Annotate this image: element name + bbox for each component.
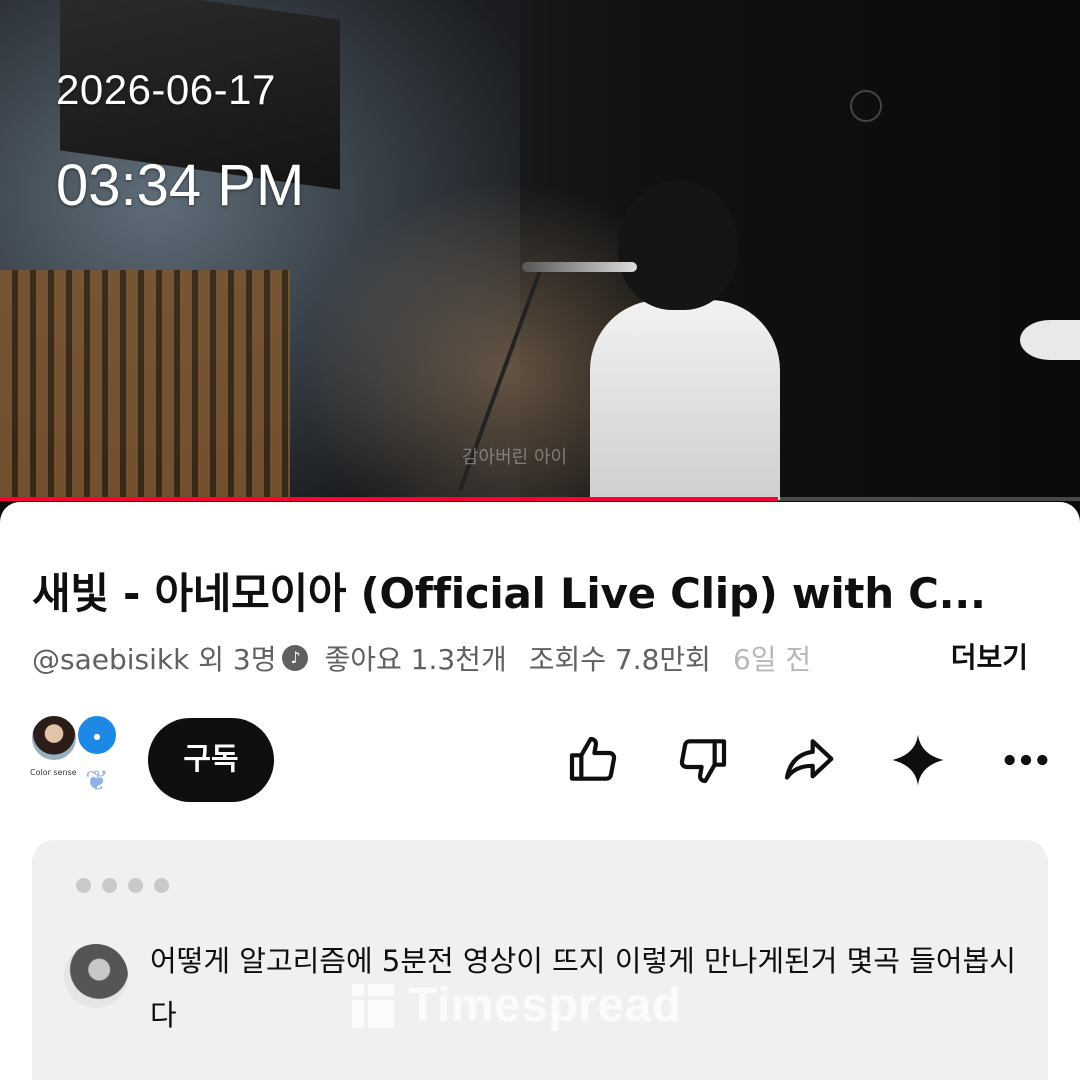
view-count: 조회수 7.8만회 [528,643,711,676]
timespread-logo-icon [352,983,394,1028]
more-button[interactable]: 더보기 [930,638,1028,678]
share-button[interactable] [778,730,838,790]
avatar-label: Color sense [30,768,77,777]
more-icon [1004,754,1048,766]
video-meta-row[interactable]: @saebisikk 외 3명 ♪ 좋아요 1.3천개 조회수 7.8만회 6일… [32,638,1052,678]
singer-body [590,300,780,500]
overlay-date: 2026-06-17 [56,66,276,113]
subscribe-button[interactable]: 구독 [148,718,274,802]
sparkle-icon [892,734,944,786]
video-progress-bar[interactable] [0,497,1080,501]
channel-avatars[interactable]: Color sense ● ❦ [30,714,120,804]
upload-age: 6일 전 [732,643,812,676]
wooden-fence [0,270,290,500]
dislike-icon [679,739,727,784]
dislike-button[interactable] [673,730,733,790]
lamp [1020,320,1080,360]
avatar [30,714,78,762]
like-icon [569,736,617,781]
comments-loading-dots [76,878,169,893]
channel-handle[interactable]: @saebisikk 외 3명 [32,638,276,678]
dot [154,878,169,893]
avatar-partner: ● [76,714,118,756]
share-icon [784,739,834,780]
verified-icon: ♪ [282,645,309,671]
ask-ai-button[interactable] [888,730,948,790]
comments-card[interactable]: 어떻게 알고리즘에 5분전 영상이 뜨지 이렇게 만나게된거 몇곡 들어봅시다 [32,840,1048,1080]
ceiling-fixture [850,90,882,122]
overlay-time: 03:34 PM [56,153,305,218]
commenter-avatar[interactable] [64,944,128,1008]
video-title[interactable]: 새빛 - 아네모이아 (Official Live Clip) with C..… [32,560,1032,621]
dot [102,878,117,893]
like-button[interactable] [563,730,623,790]
like-count: 좋아요 1.3천개 [324,643,507,676]
microphone [522,262,637,272]
singer-head [618,180,738,310]
dot [76,878,91,893]
watermark: Timespread [352,978,682,1033]
overflow-menu-button[interactable] [996,730,1056,790]
video-progress-fill [0,497,778,501]
leaf-logo-icon: ❦ [85,764,109,797]
dot [128,878,143,893]
action-row: Color sense ● ❦ 구독 [0,714,1080,804]
video-caption: 감아버린 아이 [462,447,568,468]
watermark-text: Timespread [408,979,682,1032]
